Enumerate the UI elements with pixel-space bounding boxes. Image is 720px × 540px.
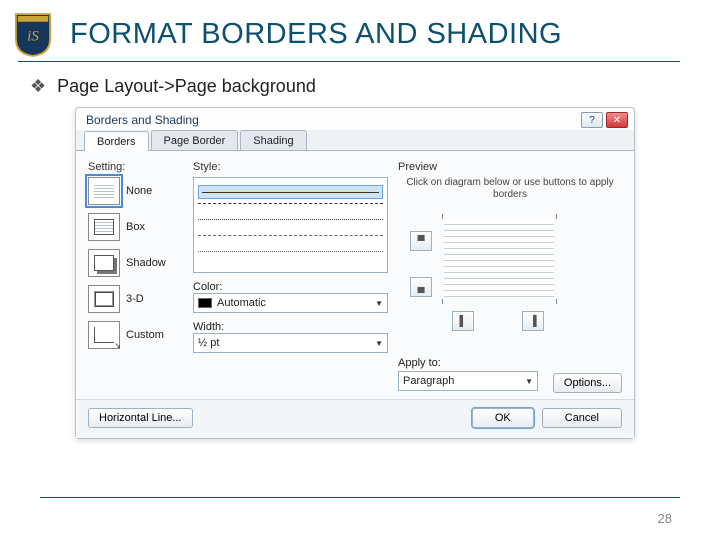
- bullet-text: ❖ Page Layout->Page background: [0, 62, 720, 107]
- setting-none-label: None: [126, 185, 152, 197]
- width-value: ½ pt: [198, 337, 219, 349]
- setting-custom[interactable]: ↘ Custom: [88, 321, 183, 349]
- setting-box-label: Box: [126, 221, 145, 233]
- tab-borders[interactable]: Borders: [84, 131, 149, 151]
- apply-to-value: Paragraph: [403, 375, 454, 387]
- color-value: Automatic: [217, 297, 266, 309]
- style-listbox[interactable]: [193, 177, 388, 273]
- setting-3d-label: 3-D: [126, 293, 144, 305]
- svg-text:iS: iS: [27, 28, 39, 45]
- setting-custom-label: Custom: [126, 329, 164, 341]
- preview-diagram[interactable]: ▀ ▄ ▌ ▐: [402, 209, 618, 349]
- bullet-label: Page Layout->Page background: [57, 76, 316, 96]
- width-label: Width:: [193, 321, 388, 333]
- border-top-button[interactable]: ▀: [410, 231, 432, 251]
- setting-box[interactable]: Box: [88, 213, 183, 241]
- style-dash-2[interactable]: [198, 235, 383, 247]
- diamond-bullet-icon: ❖: [30, 76, 46, 96]
- borders-shading-dialog: Borders and Shading ? ✕ Borders Page Bor…: [75, 107, 635, 439]
- tab-shading[interactable]: Shading: [240, 130, 306, 150]
- ok-button[interactable]: OK: [472, 408, 534, 428]
- color-label: Color:: [193, 281, 388, 293]
- style-dash-dot[interactable]: [198, 251, 383, 263]
- close-button[interactable]: ✕: [606, 112, 628, 128]
- chevron-down-icon: ▼: [375, 339, 383, 348]
- setting-shadow[interactable]: Shadow: [88, 249, 183, 277]
- setting-shadow-label: Shadow: [126, 257, 166, 269]
- style-label: Style:: [193, 161, 388, 173]
- page-number: 28: [658, 511, 672, 526]
- dialog-tabs: Borders Page Border Shading: [76, 130, 634, 151]
- width-dropdown[interactable]: ½ pt ▼: [193, 333, 388, 353]
- border-bottom-button[interactable]: ▄: [410, 277, 432, 297]
- horizontal-line-button[interactable]: Horizontal Line...: [88, 408, 193, 428]
- slide-title: FORMAT BORDERS AND SHADING: [70, 18, 680, 51]
- dialog-title: Borders and Shading: [86, 113, 199, 127]
- cancel-button[interactable]: Cancel: [542, 408, 622, 428]
- preview-hint: Click on diagram below or use buttons to…: [404, 177, 616, 201]
- style-solid[interactable]: [198, 185, 383, 199]
- chevron-down-icon: ▼: [375, 299, 383, 308]
- help-button[interactable]: ?: [581, 112, 603, 128]
- border-left-button[interactable]: ▌: [452, 311, 474, 331]
- style-dash[interactable]: [198, 203, 383, 215]
- apply-to-label: Apply to:: [398, 357, 622, 369]
- chevron-down-icon: ▼: [525, 377, 533, 386]
- style-dot[interactable]: [198, 219, 383, 231]
- school-shield-logo: iS: [14, 12, 52, 58]
- border-right-button[interactable]: ▐: [522, 311, 544, 331]
- options-button[interactable]: Options...: [553, 373, 622, 393]
- preview-paragraph: [444, 219, 554, 297]
- setting-3d[interactable]: 3-D: [88, 285, 183, 313]
- preview-label: Preview: [398, 161, 622, 173]
- tab-page-border[interactable]: Page Border: [151, 130, 239, 150]
- color-swatch-icon: [198, 298, 212, 308]
- setting-none[interactable]: None: [88, 177, 183, 205]
- apply-to-dropdown[interactable]: Paragraph ▼: [398, 371, 538, 391]
- footer-rule: [40, 497, 680, 498]
- setting-label: Setting:: [88, 161, 183, 173]
- color-dropdown[interactable]: Automatic ▼: [193, 293, 388, 313]
